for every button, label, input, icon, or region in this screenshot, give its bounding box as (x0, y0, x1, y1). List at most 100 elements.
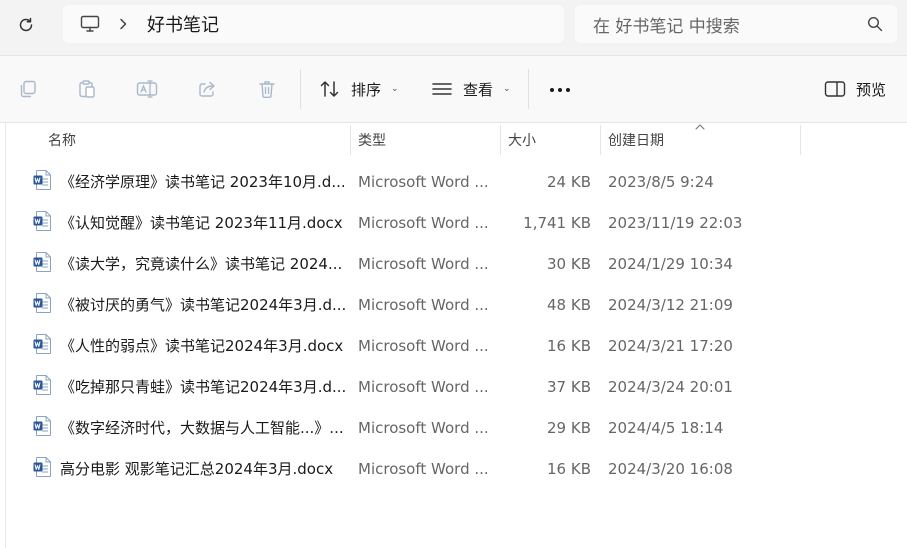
sort-icon (320, 81, 339, 97)
copy-button[interactable] (16, 77, 40, 101)
more-options-button[interactable] (548, 80, 572, 100)
column-divider[interactable] (350, 125, 351, 155)
file-date: 2024/3/20 16:08 (608, 459, 733, 478)
file-type: Microsoft Word ... (358, 213, 489, 232)
file-name: 《数字经济时代，大数据与人工智能...》... (60, 419, 344, 437)
chevron-down-icon: ⌄ (391, 84, 399, 94)
file-type: Microsoft Word ... (358, 295, 489, 314)
file-row[interactable]: 高分电影 观影笔记汇总2024年3月.docx Microsoft Word .… (0, 448, 907, 489)
file-row[interactable]: 《认知觉醒》读书笔记 2023年11月.docx Microsoft Word … (0, 202, 907, 243)
file-name: 《认知觉醒》读书笔记 2023年11月.docx (60, 214, 343, 232)
file-date: 2024/3/24 20:01 (608, 377, 733, 396)
file-type: Microsoft Word ... (358, 377, 489, 396)
column-header-size[interactable]: 大小 (508, 123, 598, 156)
column-divider[interactable] (600, 125, 601, 155)
file-type: Microsoft Word ... (358, 172, 489, 191)
file-list-area: 名称 类型 大小 创建日期 《经济学原理》读书笔记 2023年10月.d... … (0, 123, 907, 548)
more-icon-dot (566, 88, 570, 92)
breadcrumb-current-folder[interactable]: 好书笔记 (147, 11, 219, 37)
breadcrumb-chevron-icon[interactable] (115, 16, 131, 32)
column-header-type[interactable]: 类型 (358, 123, 498, 156)
rename-button[interactable] (135, 77, 159, 101)
file-size: 16 KB (547, 459, 591, 478)
paste-icon (79, 80, 95, 98)
rename-icon (136, 80, 158, 98)
column-header-name[interactable]: 名称 (48, 123, 348, 156)
file-type: Microsoft Word ... (358, 459, 489, 478)
file-size: 48 KB (547, 295, 591, 314)
file-type: Microsoft Word ... (358, 254, 489, 273)
file-name: 《读大学，究竟读什么》读书笔记 2024... (60, 255, 343, 273)
word-document-icon (33, 457, 51, 477)
word-document-icon (33, 334, 51, 354)
file-row[interactable]: 《吃掉那只青蛙》读书笔记2024年3月.d... Microsoft Word … (0, 366, 907, 407)
file-name: 高分电影 观影笔记汇总2024年3月.docx (60, 460, 334, 478)
preview-pane-button[interactable]: 预览 (824, 77, 886, 101)
file-date: 2024/4/5 18:14 (608, 418, 724, 437)
search-icon[interactable] (865, 14, 885, 34)
sort-label: 排序 (351, 80, 382, 99)
copy-icon (20, 80, 36, 98)
refresh-button[interactable] (12, 11, 40, 39)
file-name: 《经济学原理》读书笔记 2023年10月.d... (60, 173, 345, 191)
refresh-icon (19, 17, 33, 32)
file-size: 30 KB (547, 254, 591, 273)
file-date: 2023/8/5 9:24 (608, 172, 714, 191)
file-row[interactable]: 《数字经济时代，大数据与人工智能...》... Microsoft Word .… (0, 407, 907, 448)
preview-pane-icon (824, 81, 846, 97)
column-header-date-label: 创建日期 (608, 132, 664, 149)
view-icon (432, 83, 452, 95)
view-label: 查看 (463, 80, 494, 99)
file-type: Microsoft Word ... (358, 418, 489, 437)
command-bar: 排序 ⌄ 查看 ⌄ 预览 (0, 55, 907, 123)
file-type: Microsoft Word ... (358, 336, 489, 355)
file-date: 2024/1/29 10:34 (608, 254, 733, 273)
file-date: 2023/11/19 22:03 (608, 213, 743, 232)
file-row[interactable]: 《被讨厌的勇气》读书笔记2024年3月.d... Microsoft Word … (0, 284, 907, 325)
file-name: 《被讨厌的勇气》读书笔记2024年3月.d... (60, 296, 345, 314)
file-date: 2024/3/12 21:09 (608, 295, 733, 314)
toolbar-divider (528, 69, 529, 109)
address-field[interactable]: 好书笔记 (63, 5, 564, 43)
word-document-icon (33, 293, 51, 313)
column-header-row: 名称 类型 大小 创建日期 (0, 123, 907, 156)
file-name: 《人性的弱点》读书笔记2024年3月.docx (60, 337, 344, 355)
file-size: 16 KB (547, 336, 591, 355)
word-document-icon (33, 170, 51, 190)
share-icon (199, 81, 215, 97)
toolbar-divider (300, 69, 301, 109)
delete-icon (259, 81, 275, 98)
column-divider[interactable] (500, 125, 501, 155)
share-button[interactable] (195, 77, 219, 101)
word-document-icon (33, 211, 51, 231)
file-date: 2024/3/21 17:20 (608, 336, 733, 355)
word-document-icon (33, 252, 51, 272)
chevron-down-icon: ⌄ (503, 84, 511, 94)
column-divider[interactable] (800, 125, 801, 155)
file-size: 24 KB (547, 172, 591, 191)
column-header-type-label: 类型 (358, 132, 386, 149)
paste-button[interactable] (75, 77, 99, 101)
column-header-name-label: 名称 (48, 132, 76, 149)
file-name: 《吃掉那只青蛙》读书笔记2024年3月.d... (60, 378, 345, 396)
preview-label: 预览 (856, 80, 887, 99)
word-document-icon (33, 416, 51, 436)
address-bar-region: 好书笔记 在 好书笔记 中搜索 (0, 0, 907, 55)
file-size: 29 KB (547, 418, 591, 437)
sort-ascending-icon (694, 123, 706, 131)
search-box[interactable]: 在 好书笔记 中搜索 (575, 5, 897, 43)
computer-icon[interactable] (79, 13, 101, 35)
more-icon-dot (550, 88, 554, 92)
delete-button[interactable] (255, 77, 279, 101)
word-document-icon (33, 375, 51, 395)
file-row[interactable]: 《经济学原理》读书笔记 2023年10月.d... Microsoft Word… (0, 161, 907, 202)
search-input[interactable]: 在 好书笔记 中搜索 (593, 12, 865, 37)
more-icon-dot (558, 88, 562, 92)
view-menu-button[interactable]: 查看 ⌄ (431, 77, 511, 101)
sort-menu-button[interactable]: 排序 ⌄ (319, 77, 399, 101)
file-size: 1,741 KB (523, 213, 591, 232)
file-row[interactable]: 《读大学，究竟读什么》读书笔记 2024... Microsoft Word .… (0, 243, 907, 284)
file-size: 37 KB (547, 377, 591, 396)
file-row[interactable]: 《人性的弱点》读书笔记2024年3月.docx Microsoft Word .… (0, 325, 907, 366)
column-header-size-label: 大小 (508, 132, 536, 149)
